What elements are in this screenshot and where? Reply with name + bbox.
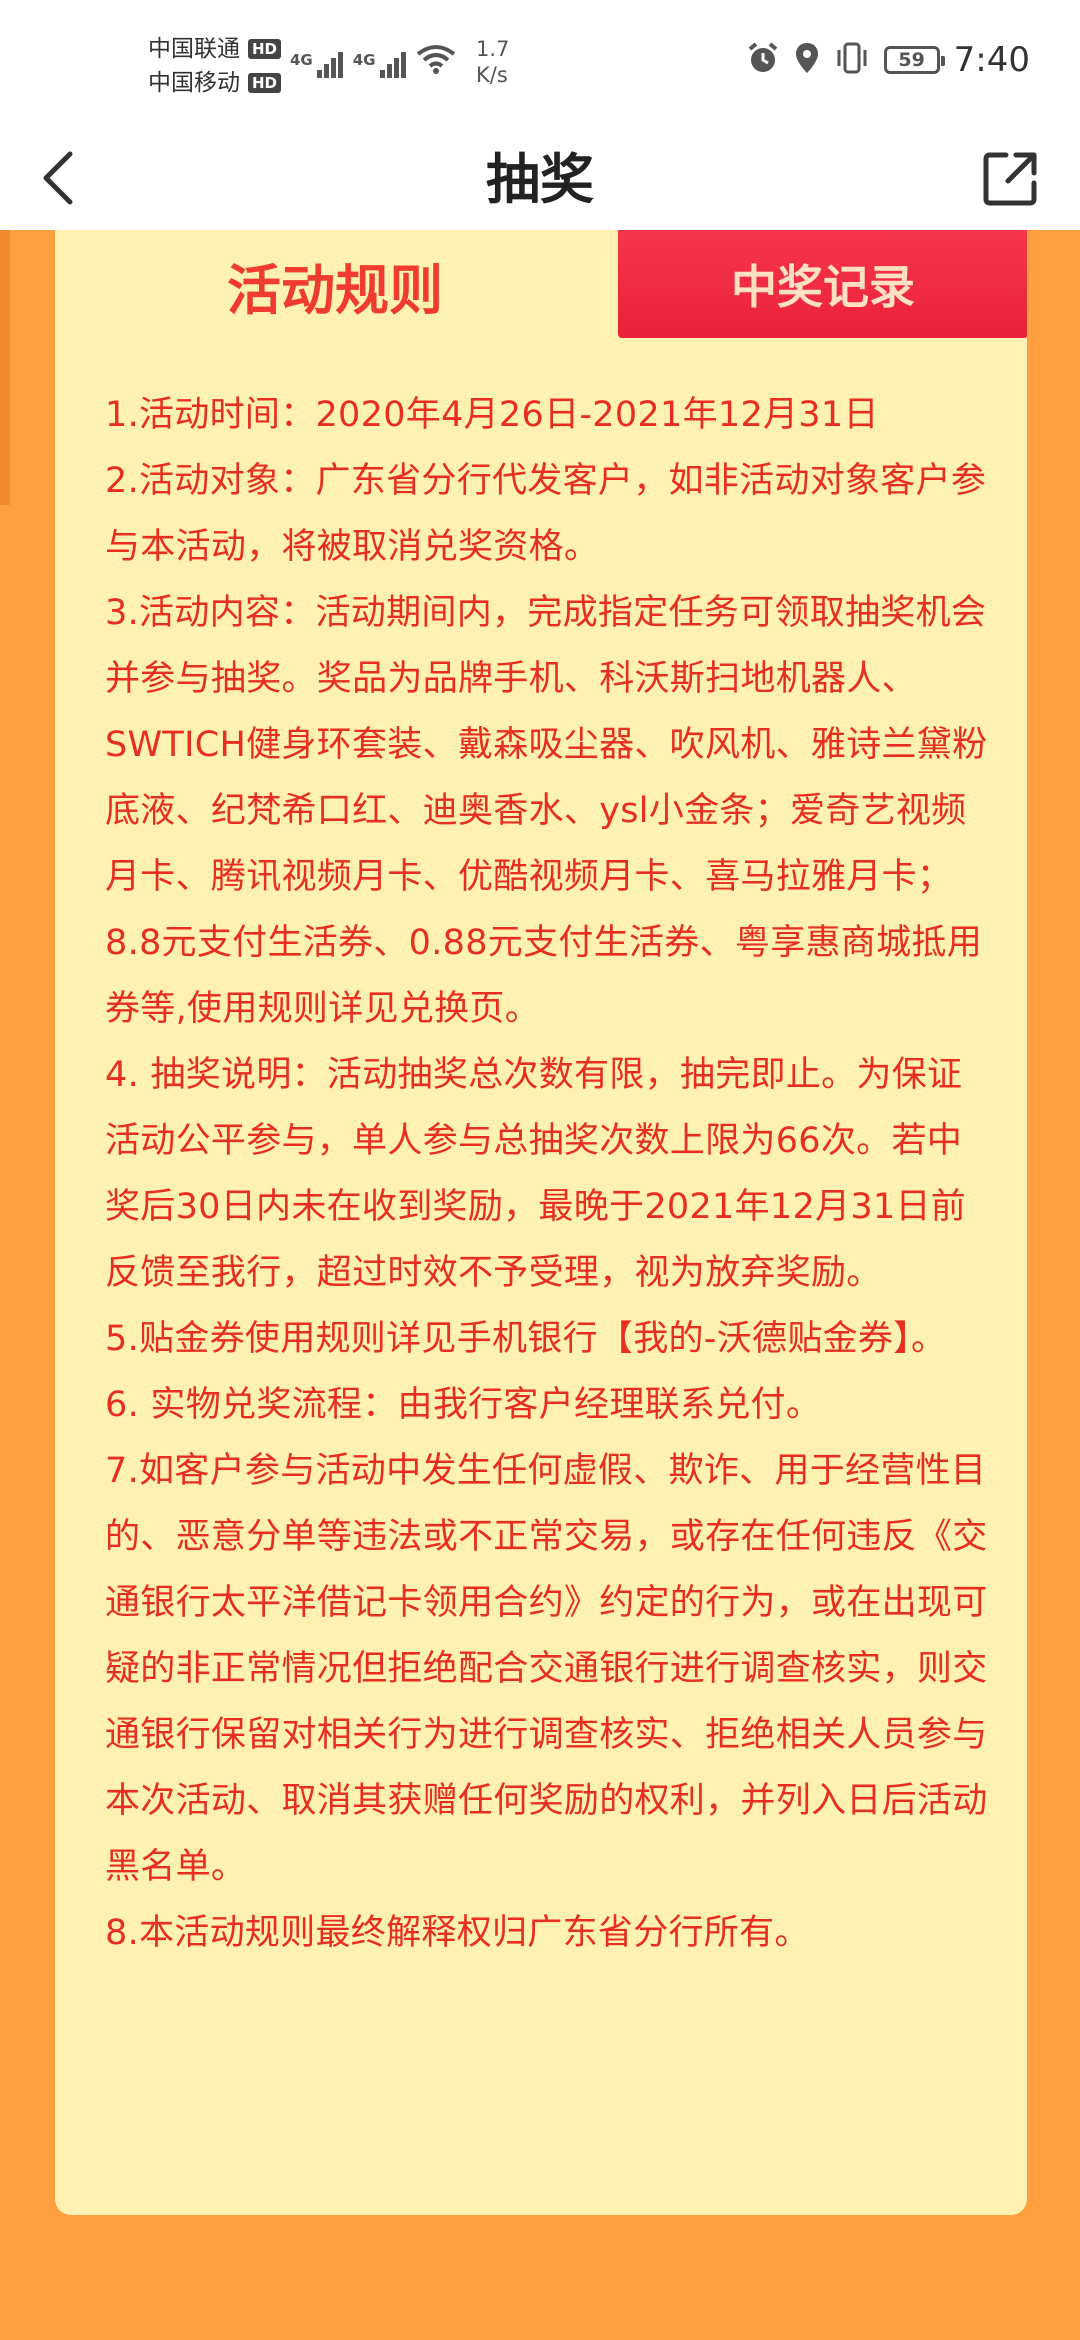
carrier-info: 中国联通 HD 中国移动 HD bbox=[148, 32, 282, 100]
rules-content: 1.活动时间：2020年4月26日-2021年12月31日 2.活动对象：广东省… bbox=[105, 382, 995, 1966]
rule-item-5: 5.贴金券使用规则详见手机银行【我的-沃德贴金券】。 bbox=[105, 1319, 947, 1359]
vibrate-icon bbox=[834, 41, 870, 79]
carrier-2-name: 中国移动 bbox=[148, 70, 240, 96]
hd-badge-2: HD bbox=[248, 73, 282, 93]
network-speed: 1.7 K/s bbox=[476, 36, 509, 88]
tab-rules[interactable]: 活动规则 bbox=[55, 230, 615, 340]
rule-item-4: 4. 抽奖说明：活动抽奖总次数有限，抽完即止。为保证活动公平参与，单人参与总抽奖… bbox=[105, 1055, 967, 1293]
signal-indicators: 4G 4G bbox=[290, 44, 456, 78]
tab-winning-records[interactable]: 中奖记录 bbox=[618, 230, 1027, 338]
status-icons: 59 7:40 bbox=[746, 40, 1030, 80]
rule-item-3: 3.活动内容：活动期间内，完成指定任务可领取抽奖机会并参与抽奖。奖品为品牌手机、… bbox=[105, 593, 988, 1029]
carrier-1-name: 中国联通 bbox=[148, 36, 240, 62]
page-title: 抽奖 bbox=[486, 148, 594, 211]
header-bar: 抽奖 bbox=[0, 130, 1080, 230]
network-type-1: 4G bbox=[290, 51, 313, 69]
rule-item-8: 8.本活动规则最终解释权归广东省分行所有。 bbox=[105, 1913, 810, 1953]
rule-item-2: 2.活动对象：广东省分行代发客户，如非活动对象客户参与本活动，将被取消兑奖资格。 bbox=[105, 461, 987, 567]
share-button[interactable] bbox=[960, 140, 1040, 220]
wifi-icon bbox=[416, 44, 456, 78]
speed-value: 1.7 bbox=[476, 37, 510, 61]
rule-item-6: 6. 实物兑奖流程：由我行客户经理联系兑付。 bbox=[105, 1385, 822, 1425]
alarm-icon bbox=[746, 41, 780, 79]
share-out-icon bbox=[982, 149, 1040, 211]
signal-icon: 4G bbox=[290, 52, 343, 78]
network-type-2: 4G bbox=[352, 51, 376, 69]
rule-item-1: 1.活动时间：2020年4月26日-2021年12月31日 bbox=[105, 395, 879, 435]
clock: 7:40 bbox=[953, 40, 1030, 80]
status-bar: 中国联通 HD 中国移动 HD 4G 4G 1.7 K/s 59 7:40 bbox=[0, 0, 1080, 130]
battery-icon: 59 bbox=[883, 46, 945, 74]
hd-badge-1: HD bbox=[248, 39, 282, 59]
rule-item-7: 7.如客户参与活动中发生任何虚假、欺诈、用于经营性目的、恶意分单等违法或不正常交… bbox=[105, 1451, 988, 1887]
speed-unit: K/s bbox=[476, 63, 508, 87]
signal-icon: 4G bbox=[353, 52, 406, 78]
side-decoration bbox=[0, 230, 10, 505]
battery-level: 59 bbox=[898, 49, 925, 71]
location-icon bbox=[794, 41, 820, 79]
rules-card: 活动规则 中奖记录 1.活动时间：2020年4月26日-2021年12月31日 … bbox=[55, 230, 1027, 2215]
